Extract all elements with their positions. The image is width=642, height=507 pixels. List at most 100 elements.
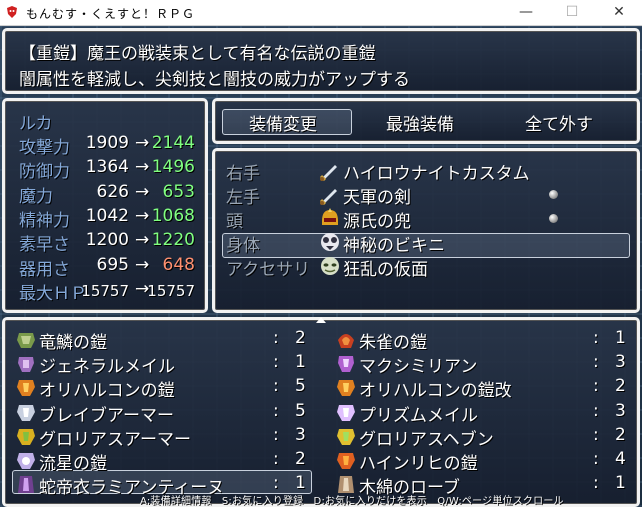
item-count: 3 [615, 400, 626, 421]
stat-current: 1909 [85, 133, 129, 153]
stat-current: 15757 [81, 281, 129, 300]
actor-name: ルカ [19, 114, 53, 134]
slot-item-name[interactable]: 源氏の兜 [343, 207, 411, 232]
item-colon: : [273, 352, 279, 373]
item-list-window: 竜鱗の鎧:2 朱雀の鎧:1 ジェネラルメイル:1 マクシミリアン:3 オリハルコンの鎧:… [2, 317, 640, 507]
lamia-robe-icon [15, 473, 37, 495]
item-name[interactable]: グロリアスヘブン [359, 425, 494, 450]
item-name[interactable]: 竜鱗の鎧 [39, 328, 107, 353]
equip-slot-window: 右手 ハイロウナイトカスタム左手 天軍の剣頭 源氏の兜身体 神秘のビキニアクセサリ 狂乱の… [212, 148, 640, 313]
stat-label: 魔力 [19, 186, 53, 207]
item-colon: : [593, 376, 599, 397]
item-colon: : [273, 328, 279, 348]
bird-armor-icon [335, 328, 357, 350]
game-screen: 【重鎧】魔王の戦装束として有名な伝説の重鎧 闇属性を軽減し、尖剣技と闇技の威力が… [0, 26, 642, 507]
slot-item-name[interactable]: 神秘のビキニ [343, 231, 445, 256]
item-count: 1 [615, 328, 626, 348]
lock-icon [549, 214, 558, 223]
item-colon: : [593, 352, 599, 373]
orichalcum-armor-icon [15, 376, 37, 398]
item-colon: : [273, 473, 279, 494]
item-name[interactable]: グロリアスアーマー [39, 425, 191, 450]
stat-new: 1496 [151, 157, 195, 178]
bikini-icon [319, 231, 341, 253]
item-count: 2 [295, 328, 306, 348]
item-name[interactable]: オリハルコンの鎧改 [359, 376, 512, 401]
stat-current: 695 [96, 254, 129, 275]
helmet-icon [319, 207, 341, 229]
slot-item-name[interactable]: 天軍の剣 [343, 183, 411, 208]
stat-label: 防御力 [19, 162, 70, 183]
minimize-button[interactable]: — [503, 0, 549, 25]
slot-label[interactable]: 頭 [226, 207, 243, 232]
stat-current: 626 [96, 181, 129, 202]
item-count: 2 [615, 424, 626, 445]
stat-label: 攻撃力 [19, 138, 70, 158]
slot-label[interactable]: 左手 [226, 183, 260, 208]
glorious-heaven-icon [335, 425, 357, 447]
item-count: 1 [295, 352, 306, 373]
heinrich-armor-icon [335, 449, 357, 471]
lock-icon [549, 190, 558, 199]
item-name[interactable]: マクシミリアン [359, 352, 477, 377]
item-count: 2 [295, 449, 306, 469]
item-count: 5 [295, 400, 306, 421]
stat-current: 1364 [85, 157, 129, 178]
maximilian-icon [335, 352, 357, 374]
item-colon: : [593, 449, 599, 469]
stat-new: 15757 [147, 281, 195, 300]
slot-item-name[interactable]: 狂乱の仮面 [343, 255, 428, 280]
stat-new: 1068 [151, 205, 195, 226]
app-icon [7, 6, 17, 18]
close-button[interactable]: ✕ [596, 0, 642, 25]
item-colon: : [593, 473, 599, 494]
stat-new: 653 [162, 181, 195, 202]
scroll-up-arrow[interactable] [316, 317, 326, 323]
slot-label[interactable]: アクセサリ [226, 255, 310, 280]
item-name[interactable]: ブレイブアーマー [39, 401, 174, 426]
stat-new: 2144 [151, 133, 195, 153]
item-name[interactable]: ハインリヒの鎧 [359, 449, 478, 474]
stat-new: 1220 [151, 230, 195, 251]
item-count: 3 [615, 352, 626, 373]
meteor-armor-icon [15, 449, 37, 471]
stat-label: 素早さ [19, 235, 70, 256]
optimize-command[interactable]: 最強装備 [386, 110, 454, 135]
item-colon: : [593, 400, 599, 421]
item-count: 1 [615, 473, 626, 494]
equip-change-command[interactable]: 装備変更 [249, 110, 317, 135]
item-count: 2 [615, 376, 626, 397]
general-mail-icon [15, 352, 37, 374]
item-name[interactable]: ジェネラルメイル [39, 352, 175, 377]
clear-all-command[interactable]: 全て外す [525, 110, 593, 135]
orichalcum-armor-icon [335, 376, 357, 398]
sword-icon [319, 159, 341, 182]
item-colon: : [273, 400, 279, 421]
item-colon: : [593, 328, 599, 348]
item-colon: : [593, 424, 599, 445]
item-name[interactable]: オリハルコンの鎧 [39, 376, 175, 401]
slot-label[interactable]: 身体 [226, 231, 260, 256]
brave-armor-icon [15, 401, 37, 423]
item-name[interactable]: 朱雀の鎧 [359, 328, 427, 353]
stat-label: 器用さ [19, 259, 70, 280]
help-line-1: 【重鎧】魔王の戦装束として有名な伝説の重鎧 [19, 44, 376, 64]
item-count: 5 [295, 376, 306, 397]
stat-current: 1042 [85, 205, 129, 226]
prism-mail-icon [335, 401, 357, 423]
item-colon: : [273, 449, 279, 469]
item-colon: : [273, 376, 279, 397]
mask-icon [319, 255, 341, 277]
dragon-armor-icon [15, 328, 37, 350]
slot-item-name[interactable]: ハイロウナイトカスタム [343, 159, 530, 184]
item-name[interactable]: プリズムメイル [359, 401, 478, 426]
status-window: ルカ 攻撃力 1909 → 2144 防御力 1364 → 1496 魔力 626 → 653 精神力 1… [2, 98, 208, 313]
maximize-button[interactable]: ☐ [549, 0, 595, 25]
item-count: 3 [295, 424, 306, 445]
stat-current: 1200 [85, 230, 129, 251]
glorious-armor-icon [15, 425, 37, 447]
key-help-footer: A:装備詳細情報 S:お気に入り登録 D:お気に入りだけを表示 Q/W:ページ単… [140, 496, 564, 507]
item-name[interactable]: 流星の鎧 [39, 449, 107, 474]
sword-icon [319, 183, 341, 206]
slot-label[interactable]: 右手 [226, 159, 260, 184]
